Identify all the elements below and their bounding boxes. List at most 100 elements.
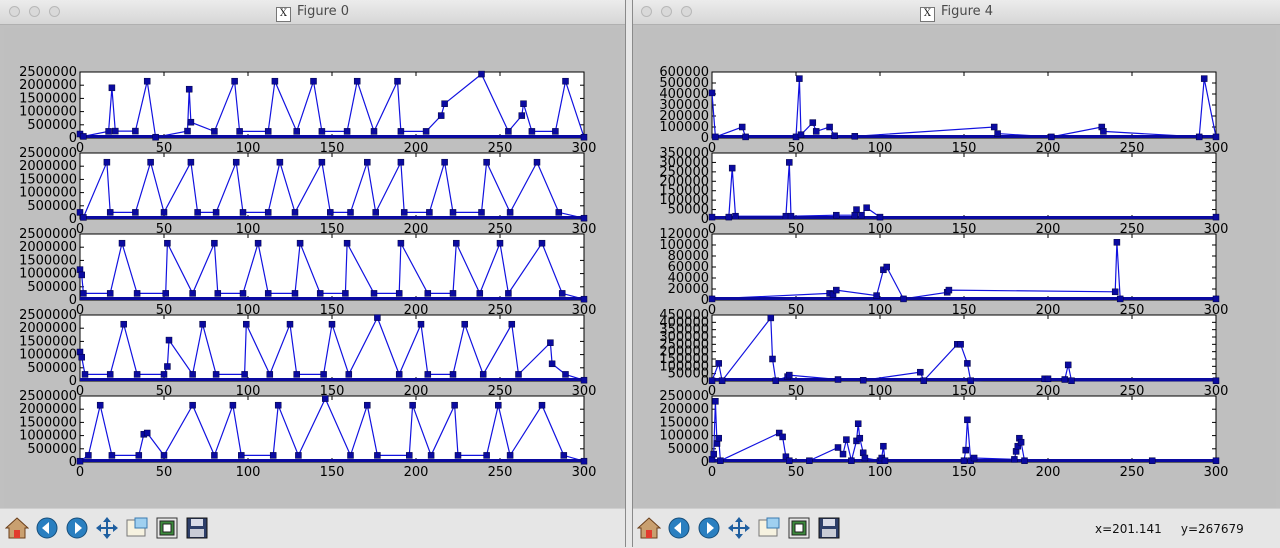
baseline-markers — [80, 378, 584, 381]
pan-button[interactable] — [726, 517, 752, 543]
save-button[interactable] — [184, 517, 210, 543]
baseline-markers — [80, 297, 584, 300]
data-point — [409, 401, 416, 409]
data-point — [132, 209, 139, 216]
y-tick-label: 2500000 — [19, 308, 77, 323]
title-bar[interactable]: X Figure 0 — [0, 0, 625, 25]
data-point — [296, 239, 304, 247]
data-point — [241, 371, 248, 378]
home-button[interactable] — [636, 517, 662, 543]
figure-0-plots[interactable]: 050000010000001500000200000025000000 50 10… — [4, 28, 622, 508]
data-point — [548, 360, 556, 368]
data-point — [708, 377, 716, 384]
data-point — [1021, 457, 1028, 464]
data-point — [264, 128, 272, 135]
data-point — [787, 212, 795, 220]
back-button[interactable] — [666, 517, 692, 543]
x-tick-label: 50 — [156, 465, 173, 480]
configure-subplots-button[interactable] — [154, 517, 180, 543]
data-point — [133, 290, 141, 297]
title-bar[interactable]: X Figure 4 — [633, 0, 1280, 25]
forward-arrow-icon — [65, 516, 89, 544]
x-tick-label: 250 — [1120, 465, 1145, 480]
data-point — [293, 128, 300, 135]
data-point — [184, 127, 191, 135]
subplot-4: 0500001000001500002000002500003000003500… — [659, 308, 1228, 399]
data-point — [854, 420, 862, 427]
data-point — [271, 77, 279, 85]
data-point — [199, 320, 206, 328]
axes-frame — [79, 395, 585, 463]
data-point — [231, 77, 238, 85]
data-point — [395, 371, 403, 378]
data-point — [812, 128, 820, 135]
data-point — [395, 290, 403, 297]
y-tick-label: 250000 — [659, 389, 709, 404]
data-point — [106, 371, 114, 378]
forward-button[interactable] — [696, 517, 722, 543]
data-point — [264, 290, 272, 297]
data-point — [449, 290, 457, 297]
data-point — [1017, 438, 1025, 446]
data-point — [80, 290, 87, 297]
data-point — [397, 239, 405, 247]
data-point — [229, 401, 237, 409]
pan-button[interactable] — [94, 517, 120, 543]
subplot-5: 0500001000001500002000002500000 50 100 150 2… — [659, 389, 1228, 480]
data-point — [164, 363, 171, 370]
data-point — [108, 452, 116, 459]
y-tick-label: 500000 — [27, 118, 77, 133]
data-point — [851, 133, 859, 140]
subplot-1: 050000010000001500000200000025000000 50 10… — [19, 65, 596, 156]
zoom-button[interactable] — [756, 517, 782, 543]
data-point — [580, 376, 588, 384]
y-tick-label: 600000 — [659, 65, 709, 80]
data-point — [1111, 288, 1119, 296]
zoom-button[interactable] — [124, 517, 150, 543]
data-point — [834, 376, 842, 383]
data-point — [320, 371, 327, 378]
data-point — [461, 320, 468, 328]
data-point — [1011, 456, 1018, 463]
data-point — [347, 452, 354, 459]
back-button[interactable] — [34, 517, 60, 543]
data-point — [560, 452, 568, 459]
save-button[interactable] — [816, 517, 842, 543]
data-point — [426, 209, 433, 216]
data-point — [839, 450, 847, 458]
data-point — [372, 209, 379, 216]
baseline-markers — [80, 459, 584, 462]
data-point — [732, 212, 739, 220]
data-point — [400, 209, 408, 216]
figure-4-plots[interactable]: 01000002000003000004000005000006000000 50… — [637, 28, 1277, 508]
data-point — [160, 452, 168, 459]
data-point — [160, 209, 168, 216]
data-point — [343, 239, 351, 247]
configure-subplots-button[interactable] — [786, 517, 812, 543]
data-point — [562, 77, 569, 85]
figure-canvas[interactable]: 0 500000 1000000 1500000 2000000 2500000 0 50 10… — [4, 28, 621, 508]
y-tick-label: 1000000 — [19, 186, 77, 201]
data-point — [342, 290, 349, 297]
data-point — [318, 128, 326, 135]
data-point — [239, 209, 247, 216]
data-point — [797, 131, 805, 138]
zoom-rect-icon — [757, 516, 781, 544]
data-point — [103, 158, 111, 166]
forward-button[interactable] — [64, 517, 90, 543]
home-icon — [4, 516, 30, 544]
data-point — [970, 454, 978, 462]
home-button[interactable] — [4, 517, 30, 543]
data-point — [106, 290, 114, 297]
x11-icon: X — [919, 7, 935, 22]
x-tick-label: 200 — [1036, 465, 1061, 480]
home-icon — [636, 516, 662, 544]
pan-move-icon — [727, 516, 751, 544]
data-point — [187, 158, 195, 166]
figure-canvas[interactable]: 0 100000 200000 300000 400000 500000 600000 0 50… — [637, 28, 1276, 508]
data-point — [328, 320, 336, 328]
save-floppy-icon — [817, 516, 841, 544]
data-point — [558, 290, 566, 297]
data-point — [505, 128, 512, 135]
data-point — [112, 127, 119, 135]
